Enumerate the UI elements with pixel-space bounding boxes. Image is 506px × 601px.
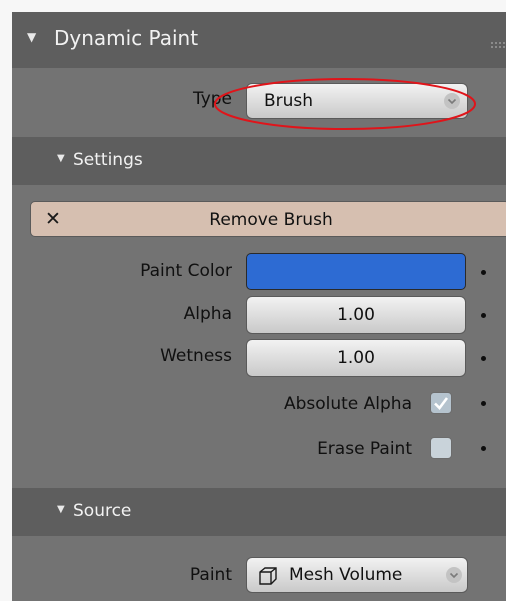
keyframe-dot[interactable] — [481, 270, 486, 275]
mesh-cube-icon — [257, 565, 279, 592]
wetness-field[interactable]: 1.00 — [246, 339, 466, 377]
absolute-alpha-checkbox[interactable] — [430, 392, 452, 414]
alpha-field[interactable]: 1.00 — [246, 296, 466, 334]
paint-color-swatch[interactable] — [246, 253, 466, 290]
wetness-value: 1.00 — [337, 348, 375, 368]
panel-title: Dynamic Paint — [54, 26, 199, 50]
erase-paint-checkbox[interactable] — [430, 437, 452, 459]
keyframe-dot[interactable] — [481, 446, 486, 451]
remove-brush-button[interactable]: ✕ Remove Brush — [30, 201, 506, 237]
dynamic-paint-panel: ▼ Dynamic Paint Type Brush ▼ Settings ✕ … — [12, 12, 506, 601]
paint-source-value: Mesh Volume — [289, 565, 403, 585]
settings-header[interactable]: ▼ Settings — [12, 137, 506, 185]
collapse-triangle-icon[interactable]: ▼ — [57, 153, 65, 164]
absolute-alpha-label: Absolute Alpha — [283, 394, 412, 414]
wetness-label: Wetness — [160, 346, 232, 366]
dynamic-paint-header[interactable]: ▼ Dynamic Paint — [12, 12, 506, 68]
paint-color-label: Paint Color — [140, 261, 232, 281]
annotation-circle — [214, 78, 476, 130]
remove-brush-label: Remove Brush — [209, 210, 333, 230]
paint-source-label: Paint — [189, 565, 232, 585]
paint-source-dropdown[interactable]: Mesh Volume — [246, 557, 468, 593]
keyframe-dot[interactable] — [481, 401, 486, 406]
alpha-label: Alpha — [183, 304, 232, 324]
keyframe-dot[interactable] — [481, 313, 486, 318]
erase-paint-label: Erase Paint — [317, 439, 412, 459]
drag-handle-icon[interactable] — [490, 36, 506, 48]
collapse-triangle-icon[interactable]: ▼ — [27, 30, 36, 44]
source-header[interactable]: ▼ Source — [12, 488, 506, 536]
alpha-value: 1.00 — [337, 305, 375, 325]
type-label: Type — [192, 89, 232, 109]
collapse-triangle-icon[interactable]: ▼ — [57, 504, 65, 515]
settings-title: Settings — [73, 150, 143, 170]
chevron-down-icon — [446, 567, 462, 583]
source-title: Source — [73, 501, 132, 521]
checkmark-icon — [434, 397, 449, 410]
keyframe-dot[interactable] — [481, 356, 486, 361]
